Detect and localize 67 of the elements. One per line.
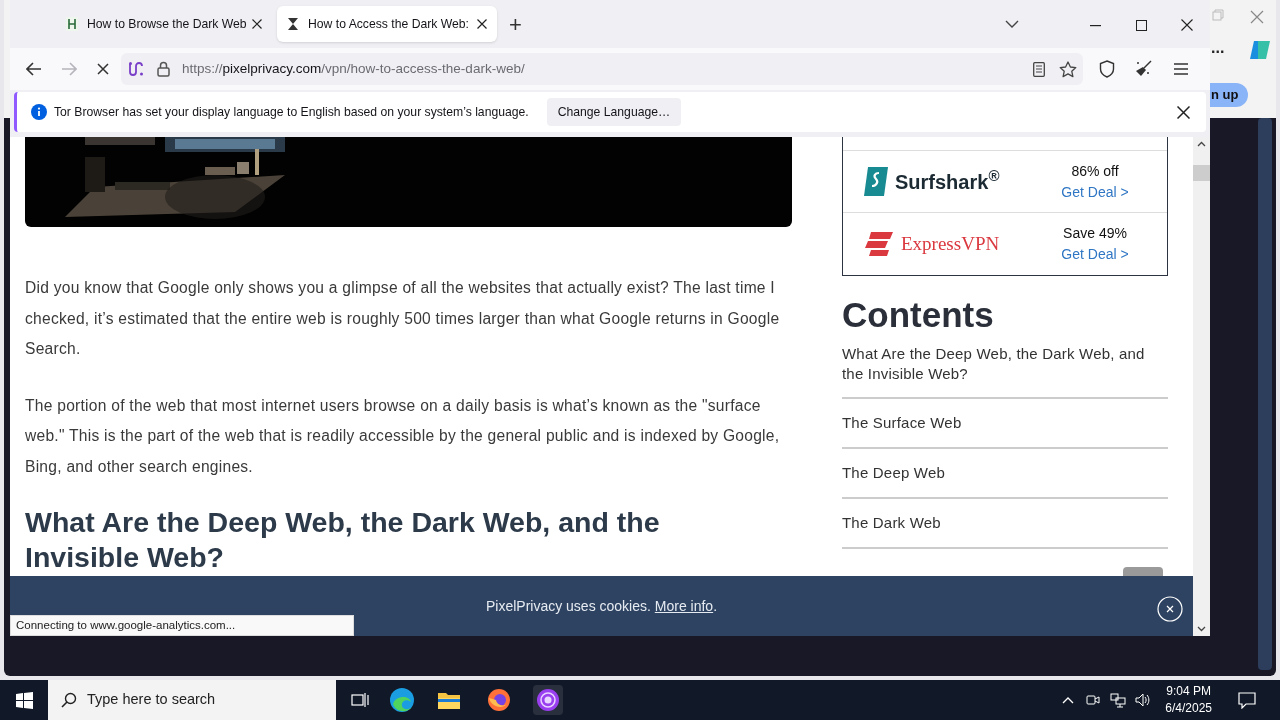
maximize-icon[interactable] bbox=[1136, 20, 1147, 31]
section-heading: What Are the Deep Web, the Dark Web, and the Invisible Web? bbox=[25, 504, 661, 575]
chevron-up-icon[interactable] bbox=[1062, 696, 1075, 704]
paragraph: The portion of the web that most internet users browse on a daily basis is what’s known as the "surface web." This is the part of the web that is readily accessible by the general public and is indexed by Google, Bing, and other search engines. bbox=[25, 395, 781, 477]
search-field[interactable]: Type here to search bbox=[48, 680, 336, 720]
bookmark-star-icon[interactable] bbox=[1059, 60, 1077, 78]
url-text[interactable]: https://pixelprivacy.com/vpn/how-to-access-the-dark-web/ bbox=[182, 58, 525, 80]
search-icon bbox=[61, 692, 77, 708]
scroll-up-icon[interactable] bbox=[1197, 141, 1206, 147]
broom-icon[interactable] bbox=[1135, 60, 1153, 78]
get-deal-link[interactable]: Get Deal > bbox=[1061, 244, 1129, 265]
tab-title: How to Access the Dark Web: bbox=[308, 15, 470, 33]
address-bar[interactable]: https://pixelprivacy.com/vpn/how-to-access-the-dark-web/ bbox=[121, 53, 1083, 85]
scrollbar[interactable] bbox=[1258, 118, 1272, 670]
tor-browser-icon[interactable] bbox=[533, 685, 563, 715]
browser-tab[interactable]: How to Access the Dark Web: bbox=[277, 6, 497, 42]
edge-icon[interactable] bbox=[389, 687, 415, 713]
clock-time[interactable]: 9:04 PM bbox=[1166, 683, 1211, 700]
tab-list-icon[interactable] bbox=[1005, 20, 1019, 29]
folder-icon[interactable] bbox=[437, 690, 461, 710]
deal-offer: Save 49% bbox=[1063, 224, 1127, 243]
contents-link[interactable]: The Deep Web bbox=[842, 449, 1168, 499]
deal-offer: 86% off bbox=[1071, 161, 1119, 181]
sign-up-button[interactable]: n up bbox=[1210, 83, 1249, 107]
back-icon[interactable] bbox=[26, 62, 42, 76]
menu-icon[interactable] bbox=[1174, 63, 1188, 75]
more-button[interactable]: ... bbox=[1211, 36, 1225, 60]
contents-link[interactable]: The Surface Web bbox=[842, 399, 1168, 449]
circuit-icon[interactable] bbox=[129, 61, 143, 77]
status-text: Connecting to www.google-analytics.com... bbox=[10, 615, 354, 636]
notification-message: Tor Browser has set your display language to English based on your system’s language. bbox=[54, 103, 529, 121]
brand-logo[interactable]: Surfshark$^{®}$ bbox=[843, 166, 1023, 197]
scrollbar[interactable] bbox=[1193, 137, 1210, 636]
get-deal-link[interactable]: Get Deal > bbox=[1061, 181, 1129, 203]
start-icon[interactable] bbox=[16, 691, 33, 709]
reader-view-icon[interactable] bbox=[1033, 61, 1045, 77]
site-icon bbox=[66, 17, 78, 31]
network-icon[interactable] bbox=[1110, 692, 1127, 708]
close-icon[interactable] bbox=[1181, 19, 1193, 31]
contents-heading: Contents bbox=[842, 294, 995, 336]
stop-icon[interactable] bbox=[97, 63, 109, 75]
info-icon bbox=[31, 104, 47, 120]
contents-link[interactable]: The Dark Web bbox=[842, 499, 1168, 549]
clock-date[interactable]: 6/4/2025 bbox=[1165, 700, 1212, 717]
camera-icon[interactable] bbox=[1086, 692, 1101, 708]
scroll-down-icon[interactable] bbox=[1197, 626, 1206, 632]
volume-icon[interactable] bbox=[1135, 692, 1152, 708]
new-tab-button[interactable]: + bbox=[509, 7, 522, 41]
shield-icon[interactable] bbox=[1099, 60, 1115, 78]
firefox-icon[interactable] bbox=[487, 688, 511, 712]
lock-icon[interactable] bbox=[157, 61, 170, 77]
scroll-thumb[interactable] bbox=[1193, 165, 1210, 181]
copilot-icon[interactable] bbox=[1248, 39, 1272, 61]
change-language-button[interactable]: Change Language… bbox=[546, 98, 682, 126]
brand-logo[interactable]: ExpressVPN bbox=[843, 229, 1023, 259]
hourglass-icon bbox=[287, 17, 299, 31]
minimize-icon[interactable] bbox=[1090, 25, 1101, 27]
browser-tab[interactable]: How to Browse the Dark Web bbox=[56, 6, 272, 42]
tab-title: How to Browse the Dark Web bbox=[87, 15, 246, 33]
contents-link[interactable]: What Are the Deep Web, the Dark Web, and the Invisible Web? bbox=[842, 344, 1168, 399]
task-view-icon[interactable] bbox=[351, 692, 369, 708]
paragraph: Did you know that Google only shows you a glimpse of all the websites that actually exist? The last time I checked, it’s estimated that the entire web is roughly 500 times larger than what Google returns in Google Search. bbox=[25, 278, 781, 360]
close-icon[interactable] bbox=[477, 19, 487, 29]
cookie-notice: PixelPrivacy uses cookies. More info. bbox=[485, 597, 718, 616]
close-icon[interactable] bbox=[1177, 105, 1190, 119]
close-icon[interactable] bbox=[252, 19, 262, 29]
notifications-icon[interactable] bbox=[1238, 691, 1256, 709]
